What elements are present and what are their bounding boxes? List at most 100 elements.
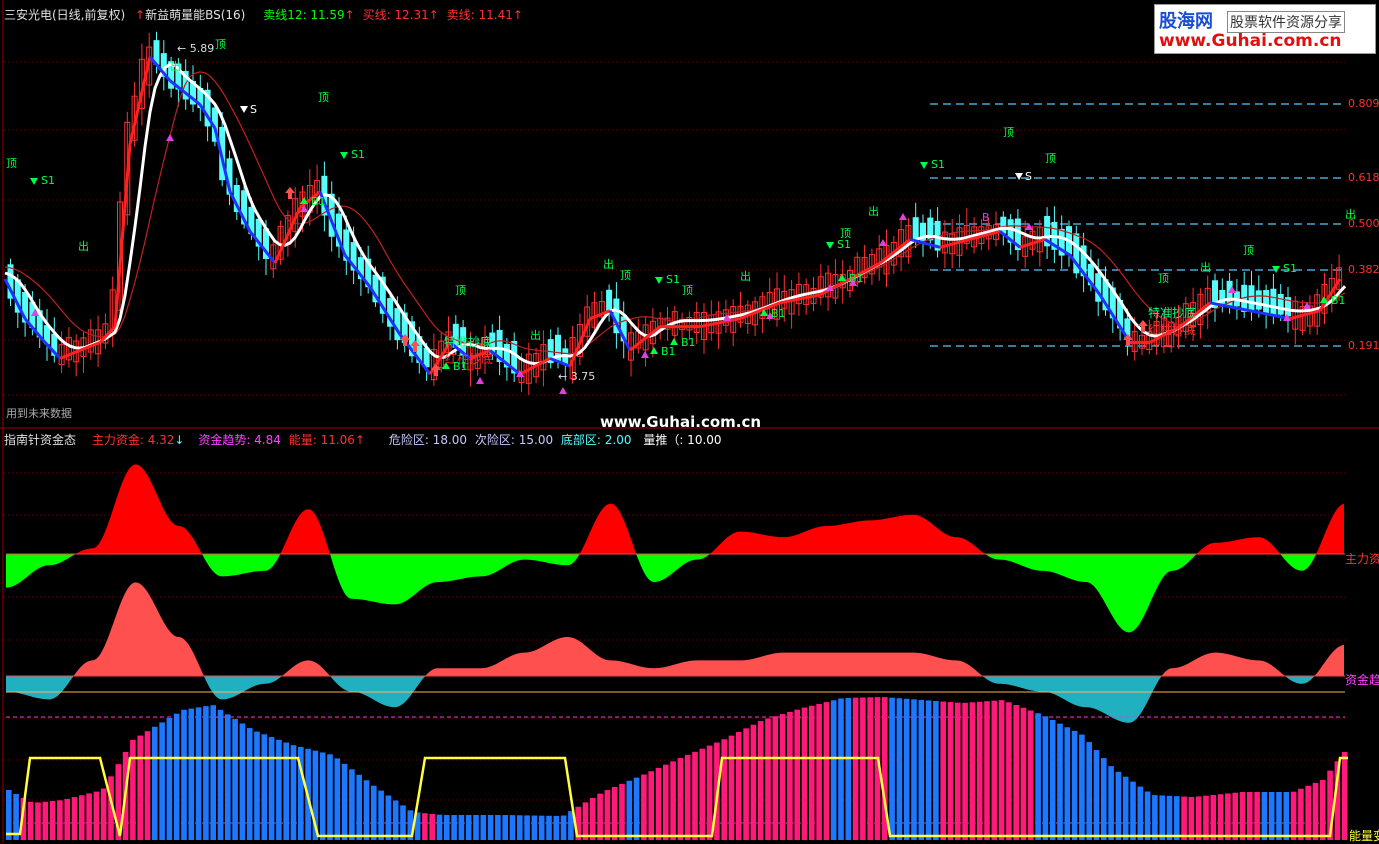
energy-bar — [473, 815, 479, 840]
energy-bar — [933, 700, 939, 840]
top-marker: 顶 — [6, 157, 17, 170]
energy-bar — [465, 815, 472, 840]
high-price-label: ← 5.89 — [177, 42, 215, 55]
energy-bar — [677, 758, 684, 840]
watermark-logo-cn: 股海网 — [1159, 11, 1213, 32]
energy-bar — [341, 763, 348, 840]
energy-bar — [268, 737, 275, 840]
out-marker: 出 — [868, 205, 879, 218]
arrow-up-icon: ↑ — [135, 8, 146, 22]
energy-bar — [1174, 796, 1180, 840]
buy-marker: B1 — [453, 360, 468, 373]
candle-body — [1248, 285, 1255, 312]
sell-marker: S1 — [931, 158, 945, 171]
energy-bar — [597, 793, 603, 840]
energy-bar — [1261, 792, 1268, 840]
energy-bar — [531, 815, 538, 840]
energy-bar — [553, 815, 560, 840]
energy-bar — [1093, 750, 1100, 840]
special-bottom-label-2: 特准抄底 — [1148, 306, 1197, 320]
out-marker: 出 — [1200, 261, 1211, 274]
energy-bar — [772, 716, 779, 840]
energy-bar — [670, 761, 676, 840]
energy-bar — [195, 707, 202, 840]
sell-marker: S1 — [837, 238, 851, 251]
energy-bar — [458, 815, 465, 840]
top-marker: 顶 — [1158, 272, 1169, 285]
fib-label: 0.618 — [1348, 171, 1379, 184]
fib-label: 0.191 — [1348, 339, 1379, 352]
arrow-down-icon: ↓ — [174, 433, 185, 447]
energy-bar — [210, 705, 216, 840]
out-marker: 出 — [740, 270, 751, 283]
energy-bar — [911, 699, 917, 840]
arrow-up-icon: ↑ — [354, 433, 365, 447]
candle-body — [1270, 288, 1277, 315]
energy-bar — [991, 700, 998, 840]
energy-bar — [509, 815, 516, 840]
top-marker: 顶 — [682, 284, 693, 297]
s-marker: S — [250, 103, 257, 116]
energy-bar — [1181, 796, 1187, 840]
energy-bar — [100, 788, 107, 840]
sell-marker: S1 — [41, 174, 55, 187]
energy-bar — [655, 767, 662, 840]
energy-bar — [378, 790, 384, 840]
energy-bar — [765, 718, 771, 840]
top-marker: 顶 — [215, 38, 226, 51]
buy-marker: B1 — [771, 307, 786, 320]
buy-marker: B1 — [849, 272, 864, 285]
energy-bar — [495, 815, 501, 840]
sell12-value: 卖线12: 11.59 — [263, 8, 345, 22]
energy-bar — [363, 780, 370, 840]
energy-bar — [1130, 781, 1136, 840]
buy-marker: B1 — [1331, 294, 1346, 307]
energy-bar — [1049, 719, 1056, 840]
energy-bar — [969, 702, 976, 840]
energy-value: 能量: 11.06 — [288, 433, 355, 447]
energy-bar — [626, 780, 633, 840]
energy-bar — [1341, 751, 1348, 840]
energy-bar — [1210, 794, 1217, 840]
energy-bar — [1071, 730, 1078, 840]
energy-bar — [830, 700, 837, 840]
center-watermark: www.Guhai.com.cn — [600, 413, 762, 431]
low-price-label: ← 3.75 — [558, 370, 596, 383]
energy-bar — [86, 793, 92, 840]
energy-bar — [1020, 707, 1027, 840]
energy-bar — [998, 700, 1005, 840]
out-marker: 出 — [1345, 208, 1356, 221]
energy-bar — [1115, 771, 1122, 840]
out-marker: 出 — [603, 258, 614, 271]
energy-bar — [144, 731, 151, 840]
energy-bar — [188, 708, 195, 840]
energy-bar — [524, 815, 530, 840]
right-label-main-fund: 主力资 — [1345, 552, 1379, 566]
energy-bar — [356, 774, 362, 840]
energy-bar — [1159, 795, 1165, 840]
b-marker: B — [982, 211, 990, 224]
energy-bar — [692, 751, 698, 840]
candle-body — [1263, 290, 1270, 315]
energy-bar — [852, 697, 859, 840]
energy-bar — [896, 698, 903, 840]
energy-bar — [736, 732, 742, 840]
energy-bar — [217, 709, 224, 840]
indicator-name: 新益萌量能BS(16) — [145, 8, 246, 22]
energy-bar — [925, 700, 932, 840]
energy-bar — [1064, 727, 1071, 840]
energy-bar — [1028, 710, 1034, 840]
candle-body — [912, 217, 919, 240]
low-price-value: 3.75 — [570, 370, 596, 383]
energy-bar — [1035, 713, 1041, 840]
energy-bar — [604, 790, 611, 840]
energy-bar — [276, 739, 282, 840]
energy-bar — [1283, 792, 1290, 840]
energy-bar — [130, 739, 136, 840]
energy-bar — [801, 707, 808, 840]
energy-bar — [641, 774, 647, 840]
danger-zone: 危险区: 18.00 — [388, 433, 468, 447]
energy-bar — [166, 718, 173, 840]
energy-bar — [648, 771, 654, 840]
energy-bar — [947, 702, 954, 840]
